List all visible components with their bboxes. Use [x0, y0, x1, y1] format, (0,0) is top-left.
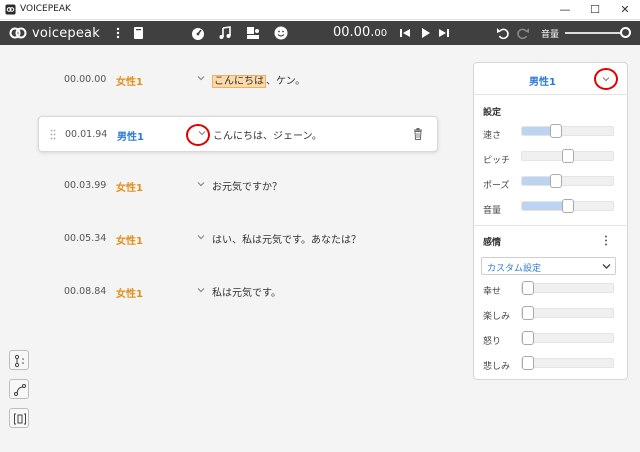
book-icon[interactable] — [130, 25, 146, 41]
row-speaker[interactable]: 女性1 — [116, 232, 143, 247]
highlighted-word[interactable]: こんにちは — [212, 75, 266, 88]
row-text[interactable]: こんにちは、ジェーン。 — [213, 127, 322, 142]
pitch-slider[interactable] — [521, 149, 614, 163]
annotation-circle — [186, 124, 210, 146]
row-speaker[interactable]: 女性1 — [116, 285, 143, 300]
range-select-icon — [14, 413, 26, 425]
param-label: ピッチ — [483, 156, 511, 166]
param-label: ポーズ — [483, 181, 510, 191]
logo: voicepeak — [9, 24, 100, 42]
volume-param-slider[interactable] — [521, 199, 614, 213]
row-time: 00.03.99 — [64, 180, 107, 191]
node-tool-icon — [14, 354, 24, 368]
slider-knob[interactable] — [562, 149, 574, 163]
play-icon[interactable] — [417, 25, 433, 41]
chevron-down-icon — [602, 264, 611, 269]
fun-slider[interactable] — [521, 306, 614, 320]
script-row-selected[interactable]: 00.01.94 男性1 こんにちは、ジェーン。 — [38, 116, 438, 152]
param-label: 幸せ — [483, 287, 502, 297]
timecode: 00.00.00 — [333, 25, 387, 40]
emotion-title: 感情 — [483, 238, 502, 248]
chevron-down-icon[interactable] — [196, 232, 206, 242]
logo-icon — [9, 27, 27, 39]
timecode-fraction: 00 — [374, 28, 388, 39]
row-speaker[interactable]: 男性1 — [117, 128, 144, 143]
slider-knob[interactable] — [522, 281, 534, 295]
undo-icon[interactable] — [495, 25, 511, 41]
curve-tool-icon — [14, 384, 26, 396]
slider-knob[interactable] — [562, 199, 574, 213]
angry-slider[interactable] — [521, 331, 614, 345]
minimize-button[interactable]: — — [550, 0, 580, 20]
slider-knob[interactable] — [550, 174, 562, 188]
script-row[interactable]: 00.03.99 女性1 お元気ですか？ — [38, 168, 438, 204]
row-text[interactable]: はい、私は元気です。あなたは？ — [212, 231, 361, 246]
slider-knob[interactable] — [550, 124, 562, 138]
row-speaker[interactable]: 女性1 — [116, 179, 143, 194]
maximize-button[interactable]: ☐ — [580, 0, 610, 20]
slider-knob[interactable] — [522, 331, 534, 345]
param-label: 音量 — [483, 206, 502, 216]
speaker-select-icon[interactable] — [245, 25, 261, 41]
speaker-panel: 男性1 設定 速さ ピッチ ポーズ 音量 感情 カスタム設定 幸せ 楽しみ 怒り… — [473, 62, 628, 380]
volume-slider[interactable] — [565, 32, 627, 34]
chevron-down-icon[interactable] — [196, 179, 206, 189]
speed-slider[interactable] — [521, 124, 614, 138]
app-icon — [5, 4, 16, 15]
toolbar: voicepeak 00.00.00 音量 — [0, 21, 640, 45]
gauge-icon[interactable] — [190, 25, 206, 41]
row-time: 00.08.84 — [64, 286, 107, 297]
row-time: 00.00.00 — [64, 74, 107, 85]
window-title: VOICEPEAK — [20, 4, 71, 14]
sad-slider[interactable] — [521, 356, 614, 370]
smiley-icon[interactable] — [273, 25, 289, 41]
script-row[interactable]: 00.05.34 女性1 はい、私は元気です。あなたは？ — [38, 221, 438, 257]
music-note-icon[interactable] — [217, 25, 233, 41]
param-label: 速さ — [483, 131, 502, 141]
param-label: 悲しみ — [483, 362, 511, 372]
panel-divider — [474, 225, 627, 226]
param-label: 楽しみ — [483, 312, 511, 322]
volume-knob[interactable] — [620, 27, 631, 38]
happy-slider[interactable] — [521, 281, 614, 295]
row-speaker[interactable]: 女性1 — [116, 73, 143, 88]
close-button[interactable]: ✕ — [610, 0, 640, 20]
settings-title: 設定 — [483, 108, 502, 118]
curve-tool-button[interactable] — [9, 379, 29, 399]
logo-text: voicepeak — [32, 25, 100, 41]
pause-slider[interactable] — [521, 174, 614, 188]
kebab-icon[interactable] — [110, 25, 126, 41]
row-time: 00.01.94 — [65, 129, 108, 140]
row-time: 00.05.34 — [64, 233, 107, 244]
skip-back-icon[interactable] — [397, 25, 413, 41]
chevron-down-icon[interactable] — [196, 73, 206, 83]
redo-icon[interactable] — [515, 25, 531, 41]
volume-label: 音量 — [541, 30, 560, 40]
node-tool-button[interactable] — [9, 350, 29, 370]
title-bar: VOICEPEAK — ☐ ✕ — [0, 0, 640, 20]
emotion-preset-select[interactable]: カスタム設定 — [481, 257, 616, 275]
row-text[interactable]: お元気ですか？ — [212, 178, 282, 193]
row-text-rest: 、ケン。 — [266, 76, 306, 87]
preset-value: カスタム設定 — [487, 264, 542, 274]
annotation-circle — [594, 68, 618, 90]
trash-icon[interactable] — [413, 128, 423, 140]
kebab-icon[interactable] — [604, 235, 608, 246]
timecode-main: 00.00. — [333, 25, 375, 40]
skip-forward-icon[interactable] — [436, 25, 452, 41]
slider-knob[interactable] — [522, 306, 534, 320]
range-tool-button[interactable] — [9, 408, 29, 428]
row-text[interactable]: 私は元気です。 — [212, 284, 281, 299]
slider-knob[interactable] — [522, 356, 534, 370]
script-row[interactable]: 00.00.00 女性1 こんにちは 、ケン。 — [38, 62, 438, 98]
panel-speaker-name[interactable]: 男性1 — [529, 73, 556, 88]
drag-handle-icon[interactable] — [50, 129, 56, 140]
param-label: 怒り — [483, 337, 502, 347]
chevron-down-icon[interactable] — [196, 285, 206, 295]
row-text[interactable]: こんにちは 、ケン。 — [212, 72, 306, 88]
script-row[interactable]: 00.08.84 女性1 私は元気です。 — [38, 274, 438, 310]
